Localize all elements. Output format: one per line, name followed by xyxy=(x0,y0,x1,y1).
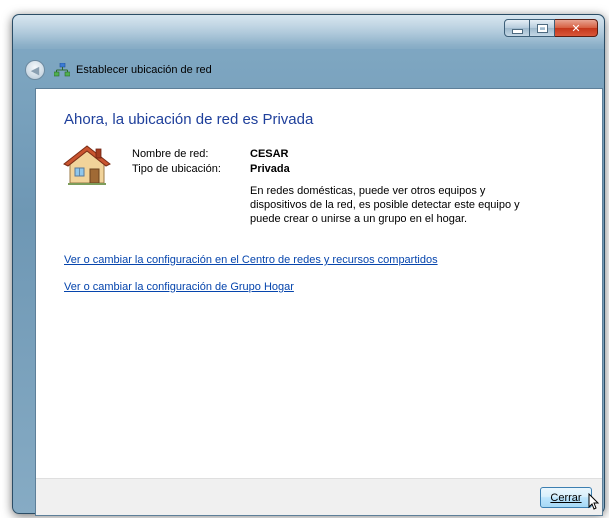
location-type-value: Privada xyxy=(250,163,290,175)
window-title: Establecer ubicación de red xyxy=(76,64,212,76)
location-type-row: Tipo de ubicación: Privada xyxy=(132,162,290,177)
network-name-label: Nombre de red: xyxy=(132,148,209,160)
dialog-footer: Cerrar xyxy=(36,478,602,515)
minimize-icon xyxy=(511,29,523,34)
network-icon xyxy=(54,63,70,77)
mouse-cursor-icon xyxy=(588,493,600,510)
minimize-button[interactable] xyxy=(504,19,530,37)
location-description: En redes domésticas, puede ver otros equ… xyxy=(250,185,520,225)
caption-buttons: ✕ xyxy=(504,19,598,37)
close-button[interactable]: Cerrar xyxy=(540,487,592,508)
network-name-value: CESAR xyxy=(250,148,289,160)
maximize-icon xyxy=(536,23,548,33)
close-button-label: Cerrar xyxy=(550,491,582,504)
page-heading: Ahora, la ubicación de red es Privada xyxy=(64,111,314,128)
dialog-content: Ahora, la ubicación de red es Privada No… xyxy=(35,88,603,516)
maximize-button[interactable] xyxy=(530,19,555,37)
navigation-bar: ◀ Establecer ubicación de red xyxy=(25,55,598,85)
window-frame: ✕ ◀ Establecer ubicación de red Ahora, l… xyxy=(12,14,605,516)
network-name-row: Nombre de red: CESAR xyxy=(132,147,290,162)
network-info: Nombre de red: CESAR Tipo de ubicación: … xyxy=(132,147,290,177)
close-icon: ✕ xyxy=(571,21,581,35)
house-icon xyxy=(63,145,111,185)
network-center-link[interactable]: Ver o cambiar la configuración en el Cen… xyxy=(64,254,438,266)
location-type-label: Tipo de ubicación: xyxy=(132,163,221,175)
back-arrow-icon: ◀ xyxy=(30,63,40,77)
homegroup-link[interactable]: Ver o cambiar la configuración de Grupo … xyxy=(64,281,294,293)
back-button[interactable]: ◀ xyxy=(25,60,45,80)
close-window-button[interactable]: ✕ xyxy=(555,19,598,37)
